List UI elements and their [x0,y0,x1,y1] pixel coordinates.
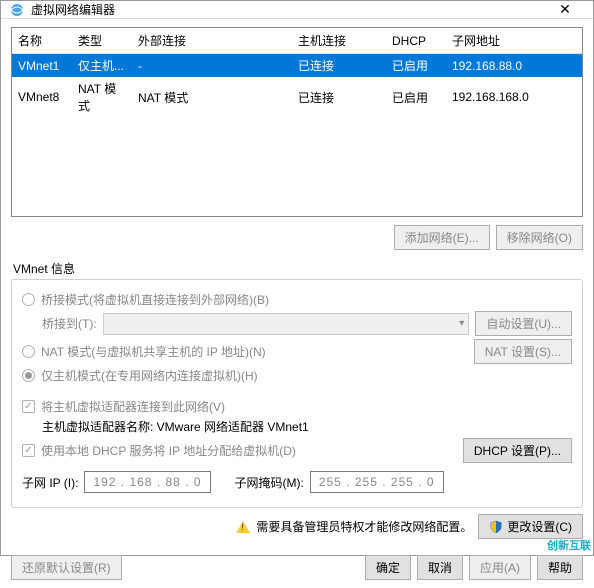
warning-icon [236,521,250,533]
subnet-ip-label: 子网 IP (I): [22,474,78,491]
nat-radio-row: NAT 模式(与虚拟机共享主机的 IP 地址)(N) NAT 设置(S)... [22,339,572,364]
subnet-row: 子网 IP (I): 192 . 168 . 88 . 0 子网掩码(M): 2… [22,471,572,493]
nat-radio [22,345,35,358]
bridged-label: 桥接模式(将虚拟机直接连接到外部网络)(B) [41,291,269,308]
auto-settings-button: 自动设置(U)... [475,311,572,336]
use-dhcp-checkbox [22,444,35,457]
network-buttons-row: 添加网络(E)... 移除网络(O) [11,225,583,250]
add-network-button: 添加网络(E)... [394,225,490,250]
hostonly-label: 仅主机模式(在专用网络内连接虚拟机)(H) [41,367,258,384]
adapter-name-label: 主机虚拟适配器名称: VMware 网络适配器 VMnet1 [42,418,309,435]
adapter-name-row: 主机虚拟适配器名称: VMware 网络适配器 VMnet1 [42,418,572,435]
table-row[interactable]: VMnet8 NAT 模式 NAT 模式 已连接 已启用 192.168.168… [12,77,582,117]
vmnet-info-title: VMnet 信息 [13,260,583,277]
table-row[interactable]: VMnet1 仅主机... - 已连接 已启用 192.168.88.0 [12,54,582,78]
col-ext[interactable]: 外部连接 [132,28,292,54]
apply-button: 应用(A) [469,555,531,580]
titlebar: 虚拟网络编辑器 ✕ [1,1,593,19]
shield-icon [489,520,503,534]
change-settings-button[interactable]: 更改设置(C) [478,514,583,539]
network-table: 名称 类型 外部连接 主机连接 DHCP 子网地址 VMnet1 仅主机... … [11,27,583,217]
hostonly-radio [22,369,35,382]
admin-notice-row: 需要具备管理员特权才能修改网络配置。 更改设置(C) [11,514,583,539]
use-dhcp-row: 使用本地 DHCP 服务将 IP 地址分配给虚拟机(D) DHCP 设置(P).… [22,438,572,463]
connect-host-checkbox [22,400,35,413]
vmnet-info-group: 桥接模式(将虚拟机直接连接到外部网络)(B) 桥接到(T): ▾ 自动设置(U)… [11,279,583,508]
close-icon[interactable]: ✕ [545,1,585,18]
hostonly-radio-row: 仅主机模式(在专用网络内连接虚拟机)(H) [22,367,572,384]
nat-label: NAT 模式(与虚拟机共享主机的 IP 地址)(N) [41,343,266,360]
content-area: 名称 类型 外部连接 主机连接 DHCP 子网地址 VMnet1 仅主机... … [1,19,593,549]
connect-host-row: 将主机虚拟适配器连接到此网络(V) [22,398,572,415]
window-title: 虚拟网络编辑器 [31,1,545,18]
admin-notice-text: 需要具备管理员特权才能修改网络配置。 [256,518,472,535]
bridged-radio [22,293,35,306]
col-name[interactable]: 名称 [12,28,72,54]
app-icon [9,2,25,18]
help-button[interactable]: 帮助 [537,555,583,580]
ok-button[interactable]: 确定 [365,555,411,580]
col-subnet[interactable]: 子网地址 [446,28,582,54]
cancel-button[interactable]: 取消 [417,555,463,580]
chevron-down-icon: ▾ [459,318,464,329]
subnet-mask-label: 子网掩码(M): [235,474,304,491]
virtual-network-editor-window: 虚拟网络编辑器 ✕ 名称 类型 外部连接 主机连接 DHCP 子网地址 [0,0,594,556]
use-dhcp-label: 使用本地 DHCP 服务将 IP 地址分配给虚拟机(D) [41,442,296,459]
subnet-ip-field: 192 . 168 . 88 . 0 [84,471,210,493]
subnet-mask-field: 255 . 255 . 255 . 0 [310,471,444,493]
col-host[interactable]: 主机连接 [292,28,386,54]
connect-host-label: 将主机虚拟适配器连接到此网络(V) [41,398,225,415]
col-dhcp[interactable]: DHCP [386,28,446,54]
restore-defaults-button: 还原默认设置(R) [11,555,122,580]
bridged-to-label: 桥接到(T): [42,315,97,332]
bridged-to-select: ▾ [103,313,470,335]
bridged-to-row: 桥接到(T): ▾ 自动设置(U)... [42,311,572,336]
footer: 还原默认设置(R) 确定 取消 应用(A) 帮助 [1,549,593,588]
col-type[interactable]: 类型 [72,28,132,54]
table-header-row: 名称 类型 外部连接 主机连接 DHCP 子网地址 [12,28,582,54]
dhcp-settings-button[interactable]: DHCP 设置(P)... [463,438,572,463]
nat-settings-button: NAT 设置(S)... [474,339,572,364]
remove-network-button: 移除网络(O) [496,225,583,250]
bridged-radio-row: 桥接模式(将虚拟机直接连接到外部网络)(B) [22,291,572,308]
